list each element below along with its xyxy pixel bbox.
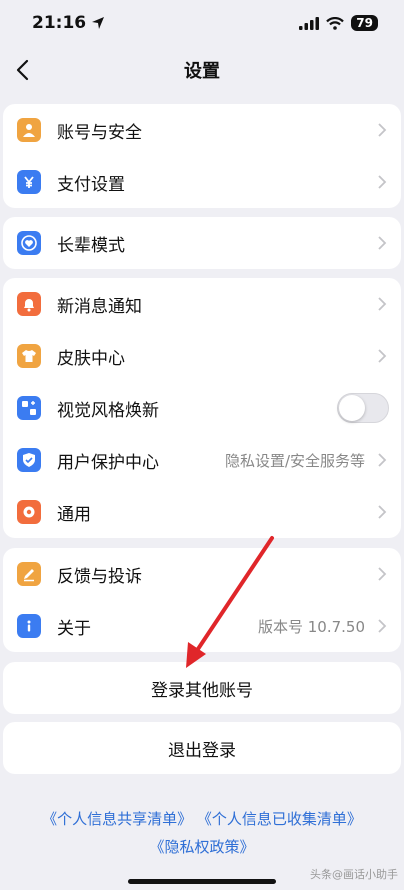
row-label: 支付设置 <box>57 174 125 195</box>
settings-group-elder: 长辈模式 <box>3 217 401 269</box>
info-icon <box>17 614 41 638</box>
shield-icon <box>17 448 41 472</box>
chevron-right-icon <box>378 619 387 633</box>
privacy-policy-link[interactable]: 《隐私权政策》 <box>149 838 254 856</box>
row-label: 用户保护中心 <box>57 452 159 473</box>
chevron-right-icon <box>378 175 387 189</box>
row-feedback[interactable]: 反馈与投诉 <box>3 548 401 600</box>
status-time: 21:16 <box>32 13 105 33</box>
chevron-right-icon <box>378 236 387 250</box>
row-about[interactable]: 关于 版本号 10.7.50 <box>3 600 401 652</box>
back-chevron-icon[interactable] <box>10 56 38 84</box>
watermark-text: 头条@画话小助手 <box>310 868 398 881</box>
toggle-knob <box>339 395 365 421</box>
row-value: 隐私设置/安全服务等 <box>224 451 365 470</box>
settings-group-about: 反馈与投诉 关于 版本号 10.7.50 <box>3 548 401 652</box>
home-indicator[interactable] <box>128 879 276 884</box>
chevron-right-icon <box>378 349 387 363</box>
status-bar: 21:16 79 <box>0 0 404 46</box>
row-account-security[interactable]: 账号与安全 <box>3 104 401 156</box>
visual-style-toggle[interactable] <box>337 393 389 423</box>
row-label: 皮肤中心 <box>57 348 125 369</box>
chevron-right-icon <box>378 567 387 581</box>
gear-icon <box>17 500 41 524</box>
chevron-right-icon <box>378 453 387 467</box>
row-label: 关于 <box>57 618 91 639</box>
cellular-signal-icon <box>299 16 320 30</box>
status-indicators: 79 <box>299 15 378 31</box>
clock-text: 21:16 <box>32 13 87 33</box>
yen-icon <box>17 170 41 194</box>
collected-list-link[interactable]: 《个人信息已收集清单》 <box>197 810 362 828</box>
row-label: 通用 <box>57 504 91 525</box>
row-label: 长辈模式 <box>57 235 125 256</box>
shared-list-link[interactable]: 《个人信息共享清单》 <box>42 810 192 828</box>
row-label: 新消息通知 <box>57 296 142 317</box>
wifi-icon <box>326 16 345 30</box>
chevron-right-icon <box>378 505 387 519</box>
settings-group-general: 新消息通知 皮肤中心 视觉风格焕新 用户保护中心 隐私设置/安全服务等 通用 <box>3 278 401 538</box>
row-message-notifications[interactable]: 新消息通知 <box>3 278 401 330</box>
row-value: 版本号 10.7.50 <box>257 617 365 636</box>
row-general[interactable]: 通用 <box>3 486 401 538</box>
logout-button[interactable]: 退出登录 <box>3 722 401 774</box>
row-visual-style[interactable]: 视觉风格焕新 <box>3 382 401 434</box>
row-payment-settings[interactable]: 支付设置 <box>3 156 401 208</box>
row-label: 视觉风格焕新 <box>57 400 159 421</box>
switch-account-button[interactable]: 登录其他账号 <box>3 662 401 714</box>
navigation-bar: 设置 <box>0 48 404 92</box>
row-elder-mode[interactable]: 长辈模式 <box>3 217 401 269</box>
shirt-icon <box>17 344 41 368</box>
location-arrow-icon <box>92 17 105 29</box>
person-icon <box>17 118 41 142</box>
settings-group-account: 账号与安全 支付设置 <box>3 104 401 208</box>
row-user-protection[interactable]: 用户保护中心 隐私设置/安全服务等 <box>3 434 401 486</box>
row-skin-center[interactable]: 皮肤中心 <box>3 330 401 382</box>
policy-links: 《个人信息共享清单》 《个人信息已收集清单》 <box>0 808 404 829</box>
row-label: 账号与安全 <box>57 122 142 143</box>
chevron-right-icon <box>378 123 387 137</box>
feedback-icon <box>17 562 41 586</box>
battery-icon: 79 <box>351 15 378 31</box>
privacy-policy-links: 《隐私权政策》 <box>0 836 404 857</box>
bell-icon <box>17 292 41 316</box>
page-title: 设置 <box>184 61 220 82</box>
new-style-icon <box>17 396 41 420</box>
row-label: 反馈与投诉 <box>57 566 142 587</box>
heart-badge-icon <box>17 231 41 255</box>
chevron-right-icon <box>378 297 387 311</box>
